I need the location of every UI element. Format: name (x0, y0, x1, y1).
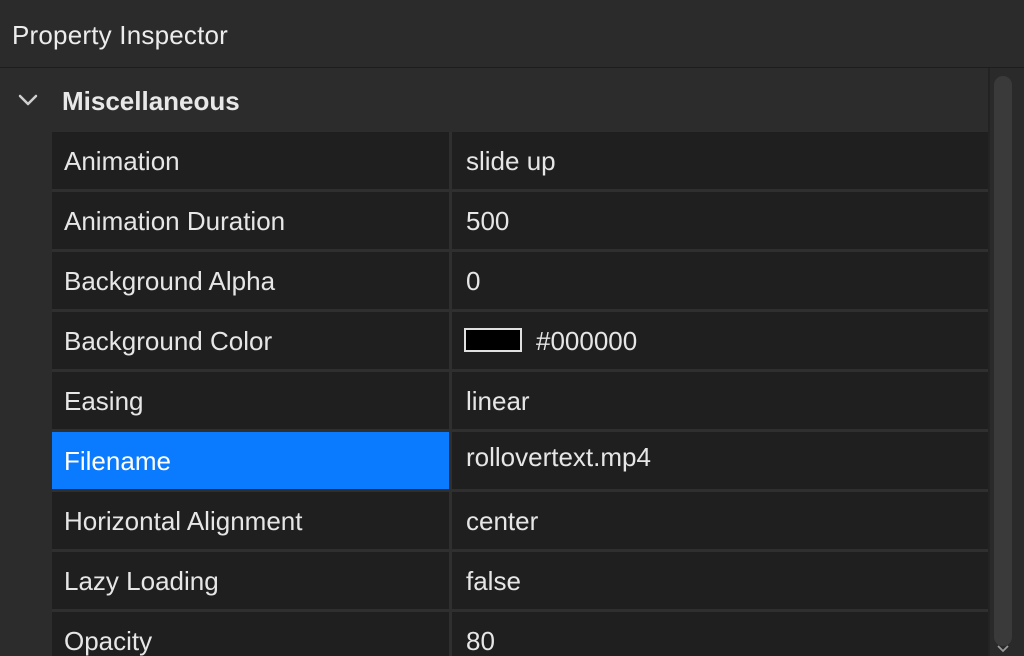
property-value[interactable]: slide up (466, 146, 556, 177)
property-name: Animation Duration (64, 206, 286, 236)
property-value[interactable]: 80 (466, 626, 495, 656)
property-value-cell[interactable]: linear (452, 372, 988, 429)
property-name-cell[interactable]: Easing (52, 372, 452, 429)
scrollbar-thumb[interactable] (994, 76, 1012, 646)
window-title: Property Inspector (12, 20, 229, 50)
property-name-cell[interactable]: Animation (52, 132, 452, 189)
inspector-content: Miscellaneous Animation slide up Animati… (0, 68, 1024, 656)
property-name: Horizontal Alignment (64, 506, 303, 536)
property-value[interactable]: 500 (466, 206, 509, 237)
property-name-cell[interactable]: Opacity (52, 612, 452, 656)
title-bar: Property Inspector (0, 0, 1024, 68)
property-value[interactable]: center (466, 506, 538, 537)
property-value-cell[interactable]: rollovertext.mp4 ... (452, 432, 988, 489)
color-swatch[interactable] (464, 328, 522, 352)
property-row-background-alpha[interactable]: Background Alpha 0 (52, 252, 988, 312)
property-name-cell[interactable]: Filename (52, 432, 452, 489)
property-value-cell[interactable]: false (452, 552, 988, 609)
property-name-cell[interactable]: Animation Duration (52, 192, 452, 249)
property-value-cell[interactable]: center (452, 492, 988, 549)
property-row-opacity[interactable]: Opacity 80 (52, 612, 988, 656)
property-name: Background Alpha (64, 266, 276, 296)
section-header-miscellaneous[interactable]: Miscellaneous (0, 68, 988, 132)
property-name: Animation (64, 146, 180, 176)
property-value[interactable]: 0 (466, 266, 480, 297)
property-list: Animation slide up Animation Duration 50… (52, 132, 988, 656)
property-name: Background Color (64, 326, 273, 356)
chevron-down-icon[interactable] (16, 88, 40, 112)
property-value[interactable]: linear (466, 386, 530, 417)
property-name-cell[interactable]: Background Alpha (52, 252, 452, 309)
indent-gutter (0, 132, 52, 656)
property-name: Easing (64, 386, 144, 416)
property-row-background-color[interactable]: Background Color #000000 (52, 312, 988, 372)
property-name: Lazy Loading (64, 566, 219, 596)
property-value-cell[interactable]: 0 (452, 252, 988, 309)
property-name-cell[interactable]: Lazy Loading (52, 552, 452, 609)
property-row-horizontal-alignment[interactable]: Horizontal Alignment center (52, 492, 988, 552)
property-name-cell[interactable]: Background Color (52, 312, 452, 369)
property-value[interactable]: rollovertext.mp4 (466, 442, 651, 473)
property-row-easing[interactable]: Easing linear (52, 372, 988, 432)
property-value-cell[interactable]: slide up (452, 132, 988, 189)
property-value[interactable]: false (466, 566, 521, 597)
property-row-lazy-loading[interactable]: Lazy Loading false (52, 552, 988, 612)
property-value-cell[interactable]: #000000 (452, 312, 988, 369)
property-row-animation[interactable]: Animation slide up (52, 132, 988, 192)
color-hex-value[interactable]: #000000 (536, 326, 637, 357)
section-title: Miscellaneous (62, 86, 240, 116)
property-inspector-window: Property Inspector Miscellaneous Animati… (0, 0, 1024, 656)
scroll-down-arrow-icon[interactable] (996, 644, 1010, 654)
property-row-animation-duration[interactable]: Animation Duration 500 (52, 192, 988, 252)
property-value-cell[interactable]: 500 (452, 192, 988, 249)
property-name-cell[interactable]: Horizontal Alignment (52, 492, 452, 549)
property-row-filename[interactable]: Filename rollovertext.mp4 ... (52, 432, 988, 492)
property-name: Opacity (64, 626, 153, 656)
vertical-scrollbar[interactable] (990, 68, 1024, 656)
property-name: Filename (64, 446, 171, 476)
property-value-cell[interactable]: 80 (452, 612, 988, 656)
